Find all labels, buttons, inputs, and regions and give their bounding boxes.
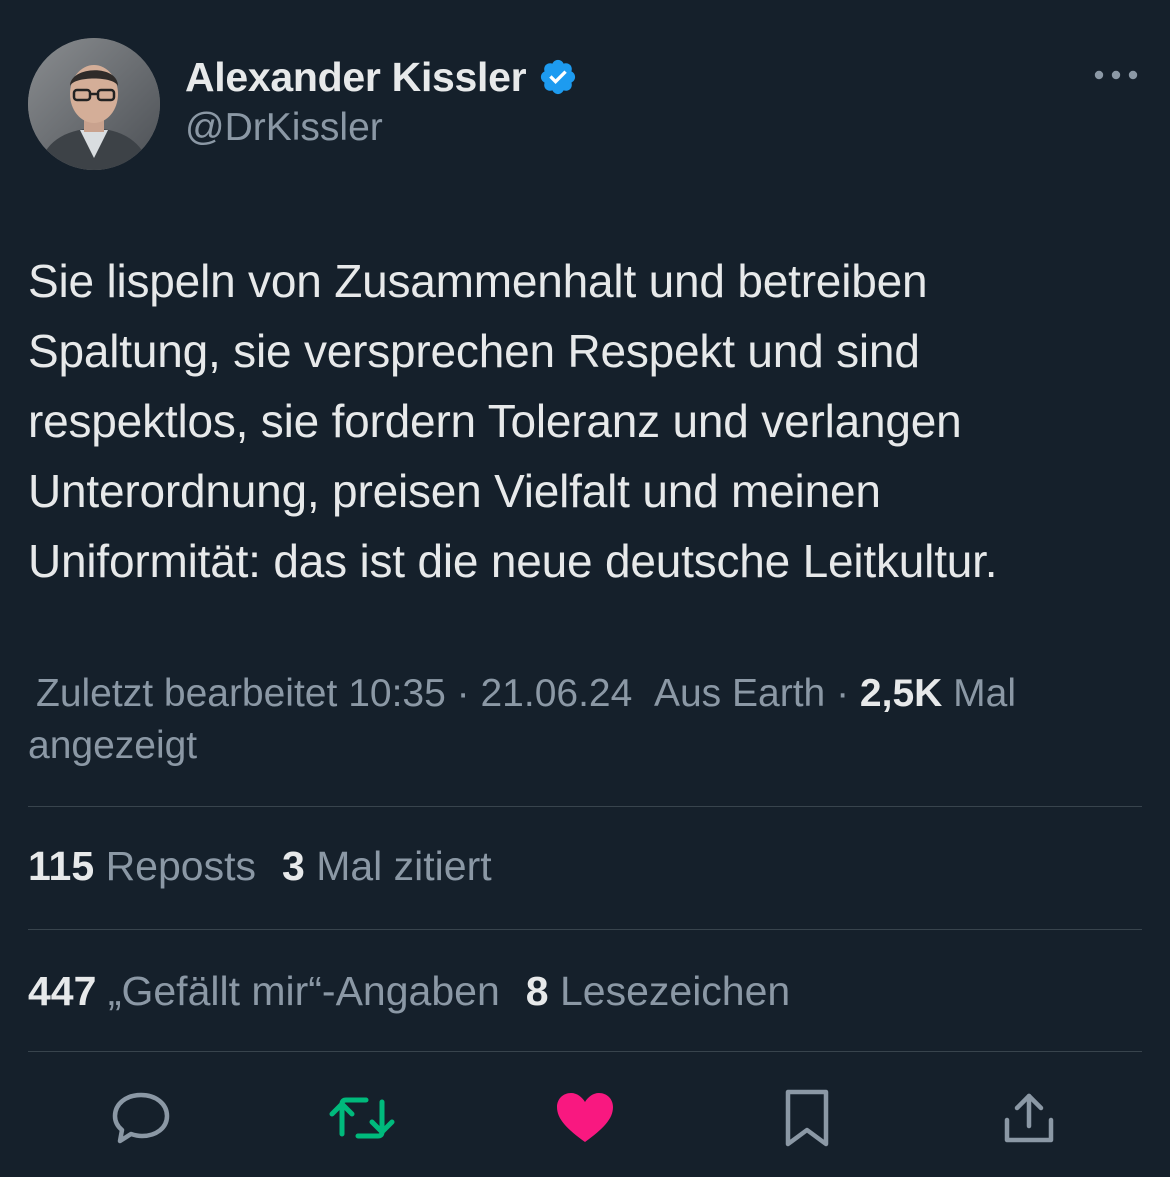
quotes-label: Mal zitiert xyxy=(316,843,492,889)
avatar[interactable] xyxy=(28,38,160,170)
author-name-row[interactable]: Alexander Kissler xyxy=(185,50,578,104)
tweet-location: Aus Earth xyxy=(653,672,826,715)
repost-icon xyxy=(329,1097,395,1139)
divider xyxy=(28,1051,1142,1052)
quotes-count: 3 xyxy=(281,843,305,889)
divider xyxy=(28,929,1142,930)
more-icon xyxy=(1094,70,1138,80)
likes-stat[interactable]: 447 „Gefällt mir“-Angaben xyxy=(28,968,500,1015)
action-bar xyxy=(0,1082,1170,1154)
tweet-text: Sie lispeln von Zusammenhalt und betreib… xyxy=(28,255,998,587)
views-count[interactable]: 2,5K xyxy=(860,672,942,715)
meta-separator: · xyxy=(836,672,850,715)
repost-button[interactable] xyxy=(326,1082,398,1154)
tweet-time[interactable]: 10:35 xyxy=(348,672,446,715)
reply-icon xyxy=(112,1092,170,1144)
tweet-date[interactable]: 21.06.24 xyxy=(480,672,632,715)
tweet-meta: Zuletzt bearbeitet 10:35 · 21.06.24 Aus … xyxy=(28,668,1138,772)
meta-separator: · xyxy=(456,672,470,715)
avatar-image xyxy=(28,38,160,170)
verified-badge-icon xyxy=(541,59,576,95)
bookmark-icon xyxy=(785,1089,829,1147)
bookmark-button[interactable] xyxy=(771,1082,843,1154)
more-options-button[interactable] xyxy=(1092,58,1140,92)
likes-count: 447 xyxy=(28,968,97,1014)
edited-label[interactable]: Zuletzt bearbeitet xyxy=(28,672,337,715)
share-button[interactable] xyxy=(993,1082,1065,1154)
likes-label: „Gefällt mir“-Angaben xyxy=(107,968,500,1014)
like-icon xyxy=(557,1093,613,1142)
reposts-label: Reposts xyxy=(105,843,256,889)
like-button[interactable] xyxy=(549,1082,621,1154)
reposts-count: 115 xyxy=(28,843,95,889)
bookmarks-count: 8 xyxy=(525,968,549,1014)
repost-stats-row: 115 Reposts 3 Mal zitiert xyxy=(28,843,492,890)
share-icon xyxy=(1004,1093,1054,1143)
quotes-stat[interactable]: 3 Mal zitiert xyxy=(282,843,492,890)
like-stats-row: 447 „Gefällt mir“-Angaben 8 Lesezeichen xyxy=(28,968,790,1015)
bookmarks-stat[interactable]: 8 Lesezeichen xyxy=(526,968,790,1015)
divider xyxy=(28,806,1142,807)
author-handle[interactable]: @DrKissler xyxy=(185,106,383,150)
bookmarks-label: Lesezeichen xyxy=(559,968,791,1014)
reposts-stat[interactable]: 115 Reposts xyxy=(28,843,256,890)
reply-button[interactable] xyxy=(105,1082,177,1154)
author-display-name[interactable]: Alexander Kissler xyxy=(185,54,527,101)
